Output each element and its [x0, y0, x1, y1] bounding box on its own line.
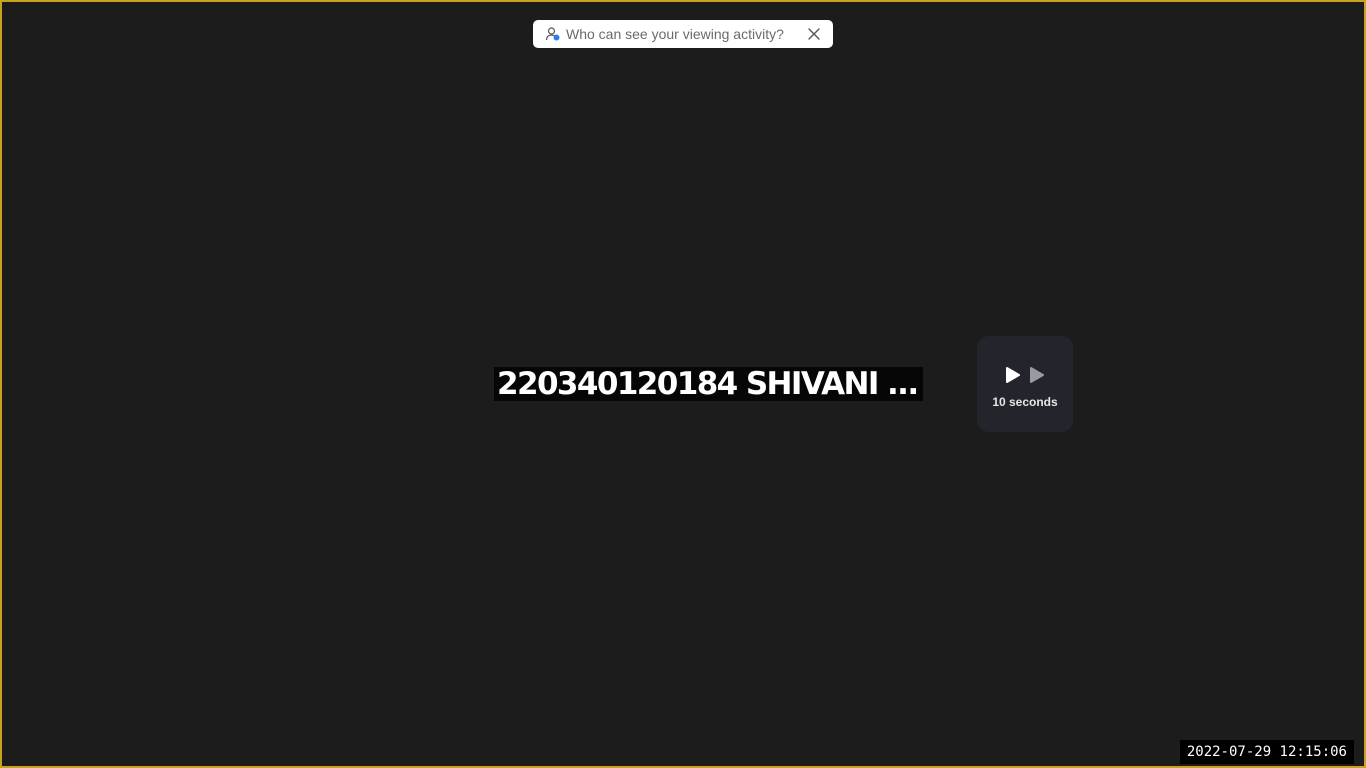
play-icon — [1005, 366, 1021, 389]
skip-duration-label: 10 seconds — [992, 394, 1058, 409]
recording-timestamp: 2022-07-29 12:15:06 — [1179, 740, 1354, 764]
video-player-screen[interactable]: Who can see your viewing activity? 22034… — [0, 0, 1366, 768]
skip-icons — [1005, 366, 1045, 389]
privacy-notice-text[interactable]: Who can see your viewing activity? — [566, 26, 797, 42]
privacy-notice-banner[interactable]: Who can see your viewing activity? — [533, 20, 833, 48]
close-icon[interactable] — [805, 25, 823, 43]
video-title-caption: 220340120184 SHIVANI ... — [494, 367, 923, 401]
skip-forward-button[interactable]: 10 seconds — [977, 336, 1073, 432]
play-icon-dimmed — [1029, 366, 1045, 389]
person-privacy-icon — [545, 26, 561, 42]
